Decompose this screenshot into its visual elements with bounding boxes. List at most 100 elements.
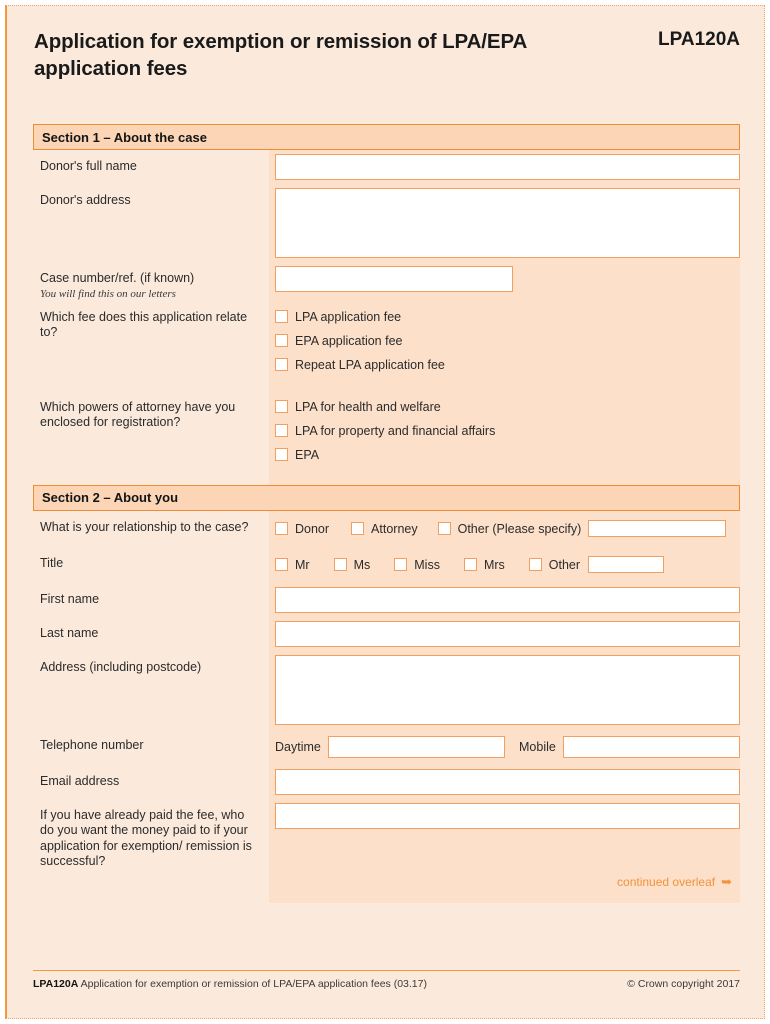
title-option-label: Mr <box>295 557 310 572</box>
checkbox-lpa-application-fee[interactable] <box>275 310 288 323</box>
row-donor-address: Donor's address <box>33 184 740 262</box>
title-option-label: Other <box>548 557 581 572</box>
footer-copyright: © Crown copyright 2017 <box>627 978 740 990</box>
first-name-field-wrap <box>269 583 740 617</box>
case-number-input[interactable] <box>275 266 513 292</box>
title-other-input[interactable] <box>588 556 665 573</box>
checkbox-title-ms[interactable] <box>333 558 347 571</box>
document-header: Application for exemption or remission o… <box>7 6 764 124</box>
form-page: Application for exemption or remission o… <box>0 0 770 1024</box>
donor-name-field-wrap <box>269 150 740 184</box>
checkbox-lpa-health-and-welfare[interactable] <box>275 400 288 413</box>
powers-option-label: EPA <box>295 447 320 462</box>
fee-option-label: EPA application fee <box>295 333 403 348</box>
row-address: Address (including postcode) <box>33 651 740 729</box>
row-case-number: Case number/ref. (if known) You will fin… <box>33 262 740 301</box>
page-title: Application for exemption or remission o… <box>34 30 527 80</box>
address-input[interactable] <box>275 654 740 725</box>
telephone-field-wrap: Daytime Mobile <box>269 729 740 765</box>
telephone-label: Telephone number <box>40 737 144 752</box>
address-field-wrap <box>269 651 740 729</box>
donor-address-input[interactable] <box>275 188 740 258</box>
checkbox-repeat-lpa-application-fee[interactable] <box>275 358 288 371</box>
powers-option-health-welfare[interactable]: LPA for health and welfare <box>275 395 740 419</box>
email-label: Email address <box>40 773 120 788</box>
powers-question-label: Which powers of attorney have you enclos… <box>40 399 236 430</box>
checkbox-title-mr[interactable] <box>275 558 288 571</box>
checkbox-relationship-attorney[interactable] <box>351 522 365 535</box>
checkbox-relationship-other[interactable] <box>437 522 451 535</box>
title-label: Title <box>40 555 64 570</box>
row-first-name: First name <box>33 583 740 617</box>
refund-field-wrap: continued overleaf ➥ <box>269 799 740 903</box>
checkbox-relationship-donor[interactable] <box>275 522 288 535</box>
relationship-inline-group: Donor Attorney Other (Please specify) <box>275 515 740 543</box>
fee-options-group: LPA application fee EPA application fee … <box>269 301 740 391</box>
form-code-suffix: 120A <box>694 29 740 50</box>
checkbox-lpa-property-and-financial-affairs[interactable] <box>275 424 288 437</box>
case-number-field-wrap <box>269 262 740 296</box>
relationship-option-label: Donor <box>295 521 330 536</box>
relationship-option-label: Other (Please specify) <box>457 521 582 536</box>
section-2-title: Section 2 – About you <box>42 490 179 505</box>
row-fee-type: Which fee does this application relate t… <box>33 301 740 391</box>
footer-left: LPA120A Application for exemption or rem… <box>33 978 427 990</box>
powers-option-epa[interactable]: EPA <box>275 443 740 467</box>
fee-option-lpa[interactable]: LPA application fee <box>275 305 740 329</box>
first-name-input[interactable] <box>275 586 740 613</box>
case-number-label: Case number/ref. (if known) You will fin… <box>33 262 269 301</box>
fee-option-repeat-lpa[interactable]: Repeat LPA application fee <box>275 353 740 377</box>
donor-name-input[interactable] <box>275 154 740 180</box>
row-refund-recipient: If you have already paid the fee, who do… <box>33 799 740 903</box>
powers-option-property-financial[interactable]: LPA for property and financial affairs <box>275 419 740 443</box>
fee-option-label: Repeat LPA application fee <box>295 357 445 372</box>
powers-option-label: LPA for property and financial affairs <box>295 423 496 438</box>
daytime-label: Daytime <box>275 739 321 754</box>
case-number-hint: You will find this on our letters <box>40 287 176 300</box>
first-name-label: First name <box>40 591 100 606</box>
checkbox-epa[interactable] <box>275 448 288 461</box>
title-inline-group: Mr Ms Miss Mrs Other <box>275 551 740 579</box>
last-name-label: Last name <box>40 625 99 640</box>
donor-address-field-wrap <box>269 184 740 262</box>
section-2-body: What is your relationship to the case? D… <box>33 510 740 903</box>
footer-form-code: LPA120A <box>33 978 79 990</box>
refund-recipient-input[interactable] <box>275 802 740 829</box>
checkbox-title-other[interactable] <box>528 558 542 571</box>
row-email: Email address <box>33 765 740 799</box>
powers-option-label: LPA for health and welfare <box>295 399 441 414</box>
checkbox-title-miss[interactable] <box>394 558 408 571</box>
arrow-right-icon: ➥ <box>721 874 732 889</box>
row-last-name: Last name <box>33 617 740 651</box>
fee-question-label: Which fee does this application relate t… <box>40 309 248 340</box>
mobile-phone-input[interactable] <box>562 735 740 758</box>
email-field-wrap <box>269 765 740 799</box>
section-1-title: Section 1 – About the case <box>42 129 207 145</box>
row-powers-enclosed: Which powers of attorney have you enclos… <box>33 391 740 485</box>
row-telephone: Telephone number Daytime Mobile <box>33 729 740 765</box>
mobile-label: Mobile <box>519 739 556 754</box>
case-number-label-text: Case number/ref. (if known) <box>40 271 195 285</box>
fee-option-label: LPA application fee <box>295 309 402 324</box>
checkbox-title-mrs[interactable] <box>463 558 477 571</box>
telephone-inline-group: Daytime Mobile <box>275 733 740 761</box>
fee-option-epa[interactable]: EPA application fee <box>275 329 740 353</box>
form-code: LPA120A <box>658 29 740 51</box>
footer-description: Application for exemption or remission o… <box>80 978 427 990</box>
row-donor-name: Donor's full name <box>33 150 740 184</box>
checkbox-epa-application-fee[interactable] <box>275 334 288 347</box>
daytime-phone-input[interactable] <box>327 735 505 758</box>
relationship-other-input[interactable] <box>588 520 727 537</box>
email-input[interactable] <box>275 768 740 795</box>
row-title: Title Mr Ms Miss Mrs Other <box>33 547 740 583</box>
last-name-input[interactable] <box>275 620 740 647</box>
form-sheet: Application for exemption or remission o… <box>5 5 765 1019</box>
title-option-label: Miss <box>414 557 440 572</box>
title-option-label: Ms <box>353 557 371 572</box>
section-1-header: Section 1 – About the case <box>33 124 740 150</box>
refund-label: If you have already paid the fee, who do… <box>40 807 252 869</box>
relationship-label: What is your relationship to the case? <box>40 519 249 534</box>
